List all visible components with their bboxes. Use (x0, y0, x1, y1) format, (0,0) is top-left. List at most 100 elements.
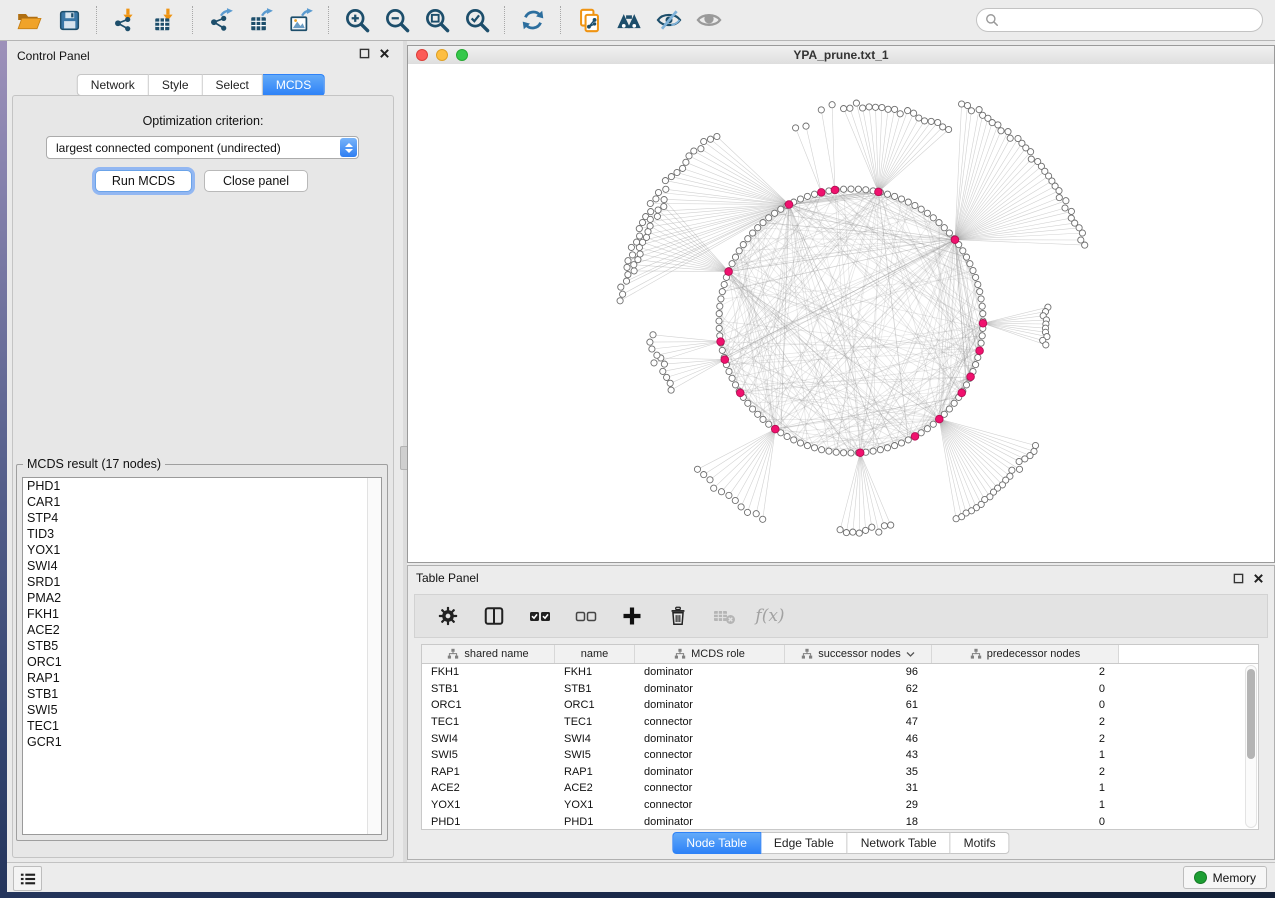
mcds-result-item[interactable]: CAR1 (23, 494, 381, 510)
graph-node[interactable] (876, 529, 882, 535)
graph-node[interactable] (936, 220, 942, 226)
graph-node[interactable] (884, 191, 890, 197)
graph-node[interactable] (753, 511, 759, 517)
graph-node[interactable] (636, 226, 642, 232)
graph-node[interactable] (892, 106, 898, 112)
graph-node-highlight[interactable] (911, 433, 919, 441)
graph-node[interactable] (998, 128, 1004, 134)
graph-node[interactable] (912, 202, 918, 208)
graph-node[interactable] (662, 178, 668, 184)
column-header-successor-nodes[interactable]: successor nodes (785, 645, 932, 663)
close-panel-icon[interactable] (1253, 573, 1264, 584)
graph-node-highlight[interactable] (831, 186, 839, 194)
graph-node[interactable] (946, 126, 952, 132)
graph-node[interactable] (811, 445, 817, 451)
graph-node[interactable] (1063, 198, 1069, 204)
graph-node[interactable] (732, 497, 738, 503)
graph-node[interactable] (829, 102, 835, 108)
graph-node[interactable] (995, 122, 1001, 128)
graph-node[interactable] (651, 360, 657, 366)
graph-node[interactable] (848, 450, 854, 456)
graph-node[interactable] (924, 210, 930, 216)
graph-node[interactable] (978, 296, 984, 302)
graph-node-highlight[interactable] (958, 389, 966, 397)
graph-node-highlight[interactable] (979, 320, 987, 328)
zoom-in-button[interactable] (337, 3, 377, 37)
graph-node-highlight[interactable] (967, 373, 975, 381)
graph-node-highlight[interactable] (856, 449, 864, 457)
search-input[interactable] (1004, 12, 1254, 28)
graph-node[interactable] (804, 443, 810, 449)
graph-node[interactable] (738, 504, 744, 510)
graph-node-highlight[interactable] (875, 188, 883, 196)
graph-node-highlight[interactable] (818, 189, 826, 197)
save-button[interactable] (49, 3, 89, 37)
export-network-button[interactable] (201, 3, 241, 37)
graph-node[interactable] (617, 298, 623, 304)
table-row[interactable]: TEC1TEC1connector472 (422, 714, 1258, 731)
graph-node[interactable] (1056, 195, 1062, 201)
clone-network-button[interactable] (569, 3, 609, 37)
graph-node[interactable] (979, 303, 985, 309)
graph-node[interactable] (750, 230, 756, 236)
minimize-window-icon[interactable] (436, 49, 448, 61)
graph-node-highlight[interactable] (737, 389, 745, 397)
mcds-result-item[interactable]: RAP1 (23, 670, 381, 686)
mcds-result-item[interactable]: ORC1 (23, 654, 381, 670)
graph-node[interactable] (793, 125, 799, 131)
graph-node[interactable] (879, 104, 885, 110)
graph-node[interactable] (639, 219, 645, 225)
graph-node[interactable] (1068, 208, 1074, 214)
mcds-result-item[interactable]: PHD1 (23, 478, 381, 494)
graph-node[interactable] (628, 244, 634, 250)
mcds-result-item[interactable]: GCR1 (23, 734, 381, 750)
graph-node[interactable] (1062, 205, 1068, 211)
graph-node[interactable] (930, 421, 936, 427)
graph-node[interactable] (1082, 242, 1088, 248)
table-row[interactable]: PHD1PHD1dominator180 (422, 813, 1258, 830)
graph-node[interactable] (620, 291, 626, 297)
graph-node[interactable] (924, 426, 930, 432)
graph-node[interactable] (953, 516, 959, 522)
graph-node[interactable] (843, 530, 849, 536)
graph-node[interactable] (979, 333, 985, 339)
graph-node[interactable] (650, 332, 656, 338)
graph-node[interactable] (905, 108, 911, 114)
graph-node[interactable] (784, 433, 790, 439)
graph-node[interactable] (877, 447, 883, 453)
graph-node[interactable] (719, 347, 725, 353)
graph-node[interactable] (872, 104, 878, 110)
mcds-result-item[interactable]: STB5 (23, 638, 381, 654)
graph-node[interactable] (698, 146, 704, 152)
graph-node[interactable] (847, 105, 853, 111)
graph-node[interactable] (818, 107, 824, 113)
mcds-list-scrollbar[interactable] (367, 478, 381, 834)
graph-node[interactable] (655, 207, 661, 213)
zoom-fit-button[interactable] (417, 3, 457, 37)
graph-node[interactable] (911, 110, 917, 116)
graph-node[interactable] (618, 284, 624, 290)
graph-node[interactable] (1028, 149, 1034, 155)
graph-node[interactable] (819, 447, 825, 453)
network-graph[interactable] (408, 64, 1274, 562)
graph-node-highlight[interactable] (785, 201, 793, 209)
graph-node[interactable] (766, 421, 772, 427)
graph-node[interactable] (916, 115, 922, 121)
graph-node[interactable] (750, 406, 756, 412)
network-canvas[interactable] (408, 64, 1274, 562)
show-all-button[interactable] (689, 3, 729, 37)
graph-node[interactable] (968, 108, 974, 114)
graph-node[interactable] (624, 264, 630, 270)
graph-node[interactable] (721, 281, 727, 287)
graph-node[interactable] (745, 236, 751, 242)
graph-node[interactable] (647, 216, 653, 222)
float-window-icon[interactable] (1233, 573, 1244, 584)
graph-node[interactable] (860, 105, 866, 111)
create-column-button[interactable] (619, 603, 645, 629)
graph-node[interactable] (918, 206, 924, 212)
graph-node[interactable] (649, 346, 655, 352)
graph-node[interactable] (760, 220, 766, 226)
graph-node[interactable] (661, 361, 667, 367)
graph-node[interactable] (1056, 188, 1062, 194)
graph-node[interactable] (667, 380, 673, 386)
